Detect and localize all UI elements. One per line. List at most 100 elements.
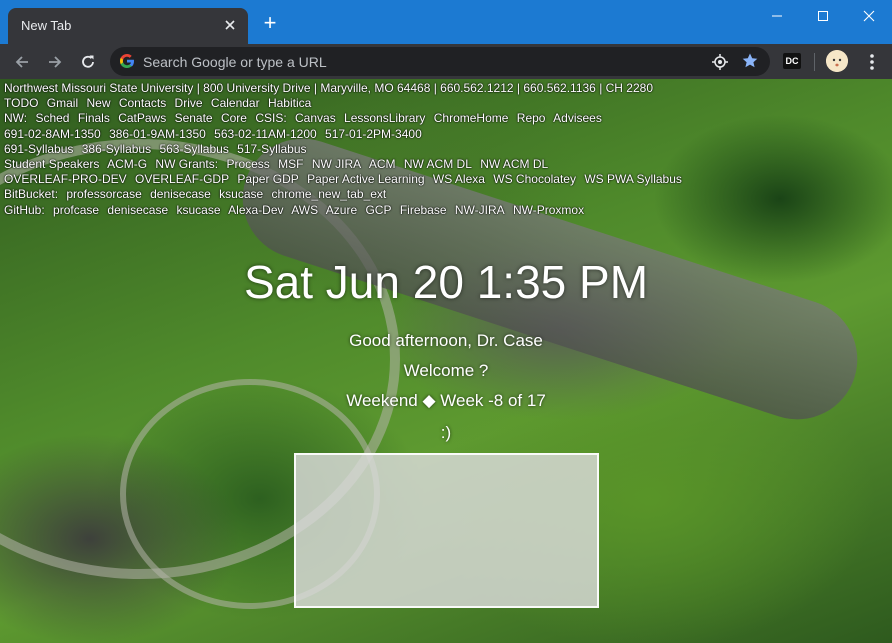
link-section[interactable]: 563-02-11AM-1200: [214, 127, 317, 141]
link-ws-chocolatey[interactable]: WS Chocolatey: [493, 172, 576, 186]
link-catpaws[interactable]: CatPaws: [118, 111, 166, 125]
link-syllabus[interactable]: 386-Syllabus: [82, 142, 151, 156]
close-window-button[interactable]: [846, 0, 892, 32]
greeting-text: Good afternoon, Dr. Case: [349, 331, 543, 350]
links-row-todo: TODO Gmail New Contacts Drive Calendar H…: [4, 96, 687, 111]
links-row-syllabi: 691-Syllabus 386-Syllabus 563-Syllabus 5…: [4, 142, 687, 157]
link-repo[interactable]: Repo: [517, 111, 546, 125]
link-calendar[interactable]: Calendar: [211, 96, 260, 110]
location-target-icon[interactable]: [711, 53, 729, 71]
link-gmail[interactable]: Gmail: [47, 96, 78, 110]
clock-display: Sat Jun 20 1:35 PM: [243, 256, 649, 308]
link-todo[interactable]: TODO: [4, 96, 38, 110]
link-contacts[interactable]: Contacts: [119, 96, 166, 110]
link-section[interactable]: 517-01-2PM-3400: [325, 127, 422, 141]
link-firebase[interactable]: Firebase: [400, 203, 447, 217]
quick-links: Northwest Missouri State University | 80…: [4, 81, 687, 218]
link-acm-g[interactable]: ACM-G: [107, 157, 147, 171]
link-aws[interactable]: AWS: [291, 203, 318, 217]
new-tab-page: Northwest Missouri State University | 80…: [0, 79, 892, 643]
new-tab-button[interactable]: +: [258, 12, 282, 36]
link-nw-acm-dl[interactable]: NW ACM DL: [404, 157, 472, 171]
link-nw-proxmox[interactable]: NW-Proxmox: [513, 203, 584, 217]
link-new[interactable]: New: [86, 96, 110, 110]
welcome-text: Welcome ?: [403, 361, 489, 380]
link-drive[interactable]: Drive: [175, 96, 203, 110]
link-overleaf-gdp[interactable]: OVERLEAF-GDP: [135, 172, 229, 186]
link-section[interactable]: 691-02-8AM-1350: [4, 127, 101, 141]
link-github-denisecase[interactable]: denisecase: [107, 203, 168, 217]
tab-title: New Tab: [21, 18, 72, 33]
close-tab-icon[interactable]: [222, 17, 238, 33]
link-syllabus[interactable]: 563-Syllabus: [159, 142, 228, 156]
label-bitbucket: BitBucket:: [4, 187, 59, 202]
reload-icon: [82, 55, 94, 68]
label-csis: CSIS:: [255, 111, 287, 126]
bookmark-star-icon[interactable]: [741, 52, 759, 70]
arrow-right-icon: [49, 56, 62, 68]
link-lessonslibrary[interactable]: LessonsLibrary: [344, 111, 425, 125]
link-section[interactable]: 386-01-9AM-1350: [109, 127, 206, 141]
link-senate[interactable]: Senate: [175, 111, 213, 125]
link-paper-gdp[interactable]: Paper GDP: [237, 172, 298, 186]
links-row-grants: Student Speakers ACM-G NW Grants: Proces…: [4, 157, 687, 172]
link-bitbucket-denisecase[interactable]: denisecase: [150, 187, 211, 201]
minimize-icon: [772, 15, 782, 17]
link-chrome-new-tab-ext[interactable]: chrome_new_tab_ext: [272, 187, 387, 201]
address-line: Northwest Missouri State University | 80…: [4, 81, 654, 95]
label-nw-grants: NW Grants:: [155, 157, 219, 172]
link-azure[interactable]: Azure: [326, 203, 357, 217]
tab-new-tab[interactable]: New Tab: [8, 8, 248, 44]
link-acm[interactable]: ACM: [369, 157, 396, 171]
link-student-speakers[interactable]: Student Speakers: [4, 157, 99, 171]
title-bar: New Tab +: [0, 0, 892, 44]
maximize-button[interactable]: [800, 0, 846, 32]
link-bitbucket-ksucase[interactable]: ksucase: [219, 187, 263, 201]
avatar-face-icon: [826, 50, 848, 72]
link-nw-acm-dl-2[interactable]: NW ACM DL: [480, 157, 548, 171]
dc-extension-icon[interactable]: DC: [783, 53, 801, 69]
links-row-github: GitHub: profcase denisecase ksucase Alex…: [4, 203, 687, 218]
arrow-left-icon: [15, 56, 28, 68]
profile-avatar[interactable]: [826, 50, 848, 72]
google-icon: [120, 54, 134, 68]
links-row-sections: 691-02-8AM-1350 386-01-9AM-1350 563-02-1…: [4, 127, 687, 142]
forward-button[interactable]: [43, 50, 67, 74]
link-process[interactable]: Process: [226, 157, 269, 171]
link-core[interactable]: Core: [221, 111, 247, 125]
link-syllabus[interactable]: 517-Syllabus: [237, 142, 306, 156]
link-advisees[interactable]: Advisees: [553, 111, 602, 125]
links-row-bitbucket: BitBucket: professorcase denisecase ksuc…: [4, 187, 687, 202]
info-panel: [294, 453, 599, 608]
link-gcp[interactable]: GCP: [365, 203, 391, 217]
link-paper-active-learning[interactable]: Paper Active Learning: [307, 172, 424, 186]
omnibox[interactable]: [110, 47, 770, 76]
link-syllabus[interactable]: 691-Syllabus: [4, 142, 73, 156]
link-github-ksucase[interactable]: ksucase: [176, 203, 220, 217]
kebab-menu-icon[interactable]: [864, 51, 880, 73]
toolbar: DC: [0, 44, 892, 79]
close-icon: [863, 10, 875, 22]
back-button[interactable]: [10, 50, 34, 74]
minimize-button[interactable]: [754, 0, 800, 32]
link-alexa-dev[interactable]: Alexa-Dev: [228, 203, 283, 217]
links-row-nw: NW: Sched Finals CatPaws Senate Core CSI…: [4, 111, 687, 126]
link-github-nw-jira[interactable]: NW-JIRA: [455, 203, 505, 217]
link-github-profcase[interactable]: profcase: [53, 203, 99, 217]
reload-button[interactable]: [76, 50, 100, 74]
link-finals[interactable]: Finals: [78, 111, 110, 125]
week-status: Weekend ◆ Week -8 of 17: [346, 391, 546, 410]
label-nw: NW:: [4, 111, 28, 126]
link-sched[interactable]: Sched: [35, 111, 69, 125]
link-canvas[interactable]: Canvas: [295, 111, 336, 125]
link-habitica[interactable]: Habitica: [268, 96, 311, 110]
link-nw-jira[interactable]: NW JIRA: [312, 157, 361, 171]
link-msf[interactable]: MSF: [278, 157, 303, 171]
search-input[interactable]: [143, 51, 703, 72]
link-bitbucket-professorcase[interactable]: professorcase: [66, 187, 141, 201]
link-overleaf-pro-dev[interactable]: OVERLEAF-PRO-DEV: [4, 172, 127, 186]
link-ws-pwa-syllabus[interactable]: WS PWA Syllabus: [584, 172, 682, 186]
link-chromehome[interactable]: ChromeHome: [434, 111, 509, 125]
smiley-text: :): [440, 423, 452, 442]
link-ws-alexa[interactable]: WS Alexa: [433, 172, 485, 186]
